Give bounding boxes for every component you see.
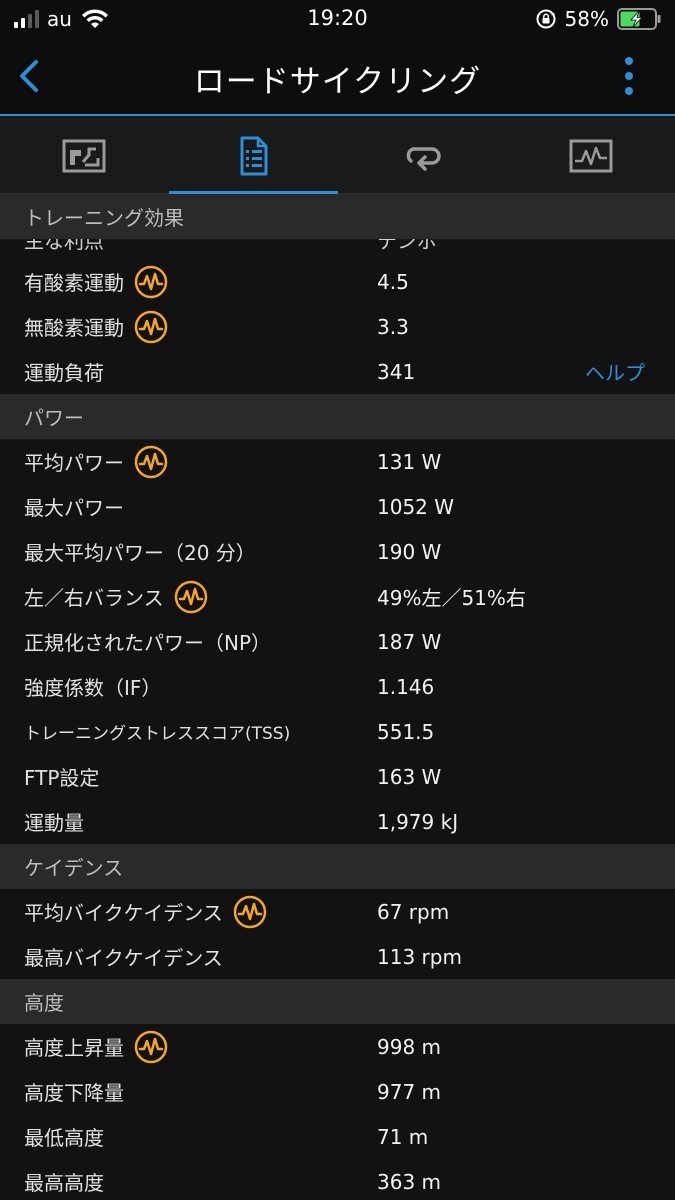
row-label: 平均パワー xyxy=(24,451,124,475)
row-max-power: 最大パワー 1052 W xyxy=(0,484,675,529)
rotation-lock-icon xyxy=(536,9,556,29)
section-header-cadence: ケイデンス xyxy=(0,844,675,889)
row-avg-cadence: 平均バイクケイデンス 67 rpm xyxy=(0,889,675,934)
page-title: ロードサイクリング xyxy=(193,64,482,100)
partially-scrolled-row: 主な利点 テンポ xyxy=(0,239,675,259)
row-label: 運動負荷 xyxy=(24,361,104,385)
row-training-load: 運動負荷 341 ヘルプ xyxy=(0,349,675,394)
tab-map[interactable] xyxy=(0,118,169,193)
battery-percent: 58% xyxy=(564,7,609,31)
row-total-ascent: 高度上昇量 998 m xyxy=(0,1024,675,1069)
status-bar: au 19:20 58% xyxy=(0,0,675,38)
row-value: 49%左／51%右 xyxy=(377,586,526,610)
row-value: 4.5 xyxy=(377,269,409,294)
row-value: 363 m xyxy=(377,1169,442,1194)
row-value: 131 W xyxy=(377,449,442,474)
tab-bar xyxy=(0,118,675,194)
row-value: 163 W xyxy=(377,764,442,789)
row-value: 67 rpm xyxy=(377,899,450,924)
section-header-elevation: 高度 xyxy=(0,979,675,1024)
row-max-avg-power-20min: 最大平均パワー（20 分） 190 W xyxy=(0,529,675,574)
row-label: 主な利点 xyxy=(24,239,104,253)
row-value: 71 m xyxy=(377,1124,429,1149)
row-label: 運動量 xyxy=(24,811,84,835)
row-value: 977 m xyxy=(377,1079,442,1104)
row-label: 無酸素運動 xyxy=(24,316,124,340)
activity-trend-badge-icon[interactable] xyxy=(134,265,168,299)
row-label: トレーニングストレススコア(TSS) xyxy=(24,724,291,744)
more-options-icon[interactable] xyxy=(623,54,635,98)
row-lr-balance: 左／右バランス 49%左／51%右 xyxy=(0,574,675,619)
row-aerobic: 有酸素運動 4.5 xyxy=(0,259,675,304)
section-header-power: パワー xyxy=(0,394,675,439)
tab-laps[interactable] xyxy=(338,118,507,193)
section-header-training-effect: トレーニング効果 xyxy=(0,194,675,239)
activity-details[interactable]: トレーニング効果 主な利点 テンポ 有酸素運動 4.5 無酸素運動 3.3 運動… xyxy=(0,194,675,1200)
tab-details[interactable] xyxy=(168,118,338,194)
row-label: 最大パワー xyxy=(24,496,124,520)
row-value: 1,979 kJ xyxy=(377,809,459,834)
row-min-elevation: 最低高度 71 m xyxy=(0,1114,675,1159)
row-value: 998 m xyxy=(377,1034,442,1059)
activity-trend-badge-icon[interactable] xyxy=(134,310,168,344)
row-intensity-factor: 強度係数（IF） 1.146 xyxy=(0,664,675,709)
row-work: 運動量 1,979 kJ xyxy=(0,799,675,844)
details-list-icon xyxy=(240,136,268,175)
row-value: テンポ xyxy=(377,239,437,253)
activity-trend-badge-icon[interactable] xyxy=(134,445,168,479)
row-value: 187 W xyxy=(377,629,442,654)
battery-charging-icon xyxy=(617,8,661,30)
help-link[interactable]: ヘルプ xyxy=(585,357,645,386)
row-value: 1.146 xyxy=(377,674,435,699)
row-label: 左／右バランス xyxy=(24,586,164,610)
row-label: 最大平均パワー（20 分） xyxy=(24,541,256,565)
row-value: 113 rpm xyxy=(377,944,462,969)
row-label: 高度上昇量 xyxy=(24,1036,124,1060)
row-avg-power: 平均パワー 131 W xyxy=(0,439,675,484)
row-label: 最高高度 xyxy=(24,1171,104,1195)
row-value: 1052 W xyxy=(377,494,455,519)
row-label: 高度下降量 xyxy=(24,1081,124,1105)
row-value: 341 xyxy=(377,359,416,384)
row-value: 3.3 xyxy=(377,314,409,339)
map-icon xyxy=(62,139,106,172)
chart-icon xyxy=(569,139,613,172)
row-label: 有酸素運動 xyxy=(24,271,124,295)
row-label: 平均バイクケイデンス xyxy=(24,901,223,925)
row-ftp: FTP設定 163 W xyxy=(0,754,675,799)
row-label: 最低高度 xyxy=(24,1126,104,1150)
activity-trend-badge-icon[interactable] xyxy=(174,580,208,614)
row-anaerobic: 無酸素運動 3.3 xyxy=(0,304,675,349)
row-label: 最高バイクケイデンス xyxy=(24,946,223,970)
tab-charts[interactable] xyxy=(506,118,675,193)
row-tss: トレーニングストレススコア(TSS) 551.5 xyxy=(0,709,675,754)
status-right: 58% xyxy=(535,6,661,32)
row-label: FTP設定 xyxy=(24,766,100,790)
row-normalized-power: 正規化されたパワー（NP） 187 W xyxy=(0,619,675,664)
row-max-elevation: 最高高度 363 m xyxy=(0,1159,675,1200)
activity-trend-badge-icon[interactable] xyxy=(134,1030,168,1064)
row-value: 190 W xyxy=(377,539,442,564)
activity-trend-badge-icon[interactable] xyxy=(233,895,267,929)
laps-icon xyxy=(406,146,441,171)
row-max-cadence: 最高バイクケイデンス 113 rpm xyxy=(0,934,675,979)
row-value: 551.5 xyxy=(377,719,435,744)
row-label: 正規化されたパワー（NP） xyxy=(24,631,272,655)
row-total-descent: 高度下降量 977 m xyxy=(0,1069,675,1114)
row-label: 強度係数（IF） xyxy=(24,676,162,700)
navigation-bar: ロードサイクリング xyxy=(0,38,675,116)
